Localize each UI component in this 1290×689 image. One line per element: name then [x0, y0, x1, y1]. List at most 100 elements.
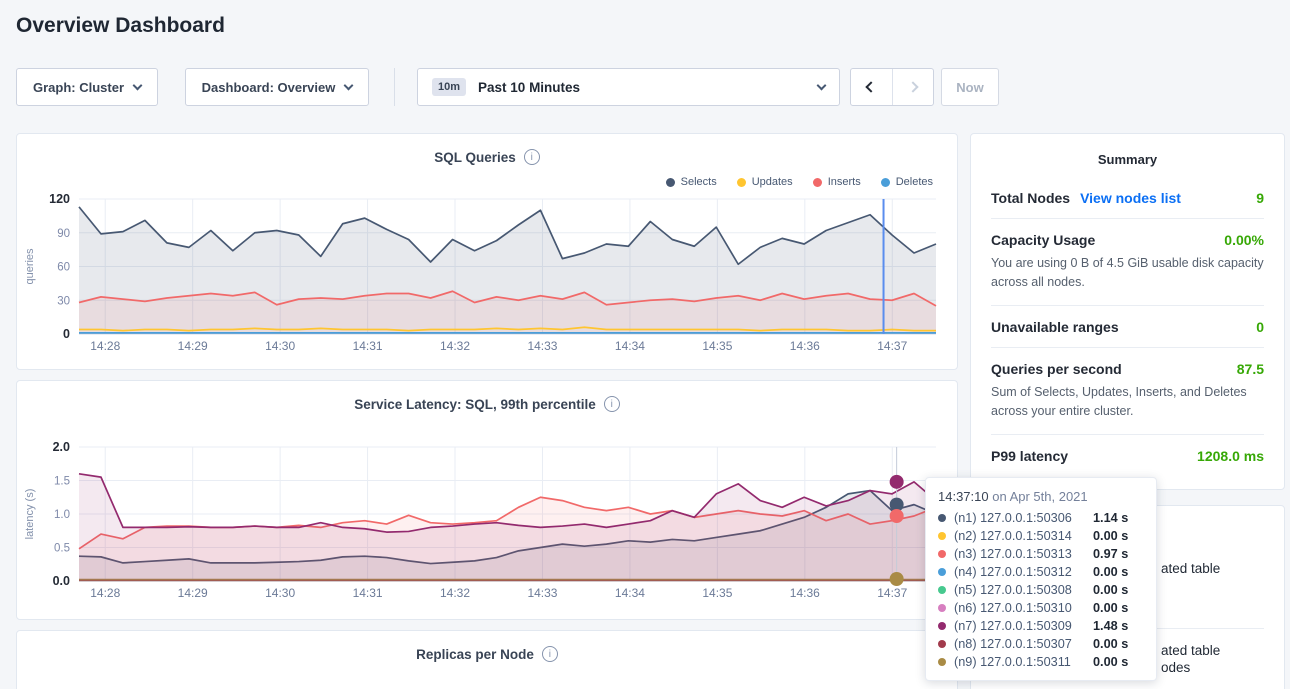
x-axis-tick-label: 14:30: [265, 586, 295, 600]
capacity-usage-desc: You are using 0 B of 4.5 GiB usable disk…: [991, 254, 1264, 293]
service-latency-chart[interactable]: 0.00.51.01.52.014:2814:2914:3014:3114:32…: [17, 381, 959, 621]
x-axis-tick-label: 14:28: [90, 586, 120, 600]
tooltip-node-row: (n1) 127.0.0.1:503061.14 s: [938, 509, 1144, 527]
node-color-dot: [938, 658, 946, 666]
dashboard-dropdown-label: Dashboard: Overview: [202, 80, 336, 95]
time-prev-button[interactable]: [851, 69, 893, 105]
service-latency-chart-title: Service Latency: SQL, 99th percentile: [354, 397, 596, 412]
node-latency-value: 0.97 s: [1093, 547, 1128, 561]
sql-queries-chart[interactable]: 030609012014:2814:2914:3014:3114:3214:33…: [17, 134, 959, 371]
tooltip-node-row: (n9) 127.0.0.1:503110.00 s: [938, 653, 1144, 671]
event-item-fragment: odes: [1161, 660, 1190, 675]
node-address: (n5) 127.0.0.1:50308: [954, 583, 1093, 597]
x-axis-tick-label: 14:33: [527, 339, 557, 353]
y-axis-tick-label: 1.0: [54, 509, 70, 521]
event-item-fragment: ated table: [1161, 643, 1220, 658]
hover-point-dot: [890, 572, 904, 586]
node-address: (n8) 127.0.0.1:50307: [954, 637, 1093, 651]
x-axis-tick-label: 14:31: [353, 586, 383, 600]
time-range-dropdown[interactable]: 10m Past 10 Minutes: [417, 68, 840, 106]
legend-item-updates[interactable]: Updates: [737, 176, 793, 188]
chevron-left-icon: [866, 81, 877, 92]
time-next-button[interactable]: [893, 69, 934, 105]
summary-row-qps: Queries per second 87.5 Sum of Selects, …: [991, 348, 1264, 435]
node-latency-value: 1.48 s: [1093, 619, 1128, 633]
x-axis-tick-label: 14:30: [265, 339, 295, 353]
legend-color-dot: [813, 178, 822, 187]
legend-color-dot: [881, 178, 890, 187]
sql-queries-chart-card: SQL Queries i SelectsUpdatesInsertsDelet…: [16, 133, 958, 370]
summary-row-total-nodes: Total Nodes View nodes list 9: [991, 177, 1264, 219]
x-axis-tick-label: 14:37: [877, 339, 907, 353]
y-axis-unit-label: latency (s): [24, 489, 36, 540]
hover-point-dot: [890, 509, 904, 523]
y-axis-tick-label: 90: [57, 228, 70, 240]
p99-latency-label: P99 latency: [991, 448, 1068, 464]
replicas-per-node-chart-title: Replicas per Node: [416, 647, 534, 662]
hover-point-dot: [890, 475, 904, 489]
capacity-usage-label: Capacity Usage: [991, 232, 1095, 248]
qps-desc: Sum of Selects, Updates, Inserts, and De…: [991, 383, 1264, 422]
x-axis-tick-label: 14:29: [178, 586, 208, 600]
tooltip-date: on Apr 5th, 2021: [992, 489, 1087, 504]
unavailable-ranges-value: 0: [1256, 319, 1264, 335]
tooltip-node-row: (n3) 127.0.0.1:503130.97 s: [938, 545, 1144, 563]
info-icon[interactable]: i: [524, 149, 540, 165]
x-axis-tick-label: 14:33: [527, 586, 557, 600]
capacity-usage-value: 0.00%: [1224, 232, 1264, 248]
service-latency-chart-card: Service Latency: SQL, 99th percentile i …: [16, 380, 958, 620]
tooltip-timestamp: 14:37:10 on Apr 5th, 2021: [938, 489, 1144, 504]
page-title: Overview Dashboard: [16, 14, 225, 38]
event-item-fragment: ated table: [1161, 561, 1220, 576]
info-icon[interactable]: i: [542, 646, 558, 662]
total-nodes-value: 9: [1256, 190, 1264, 206]
y-axis-tick-label: 0.0: [53, 574, 70, 588]
node-address: (n1) 127.0.0.1:50306: [954, 511, 1093, 525]
qps-value: 87.5: [1237, 361, 1264, 377]
legend-label: Deletes: [896, 176, 933, 188]
now-button[interactable]: Now: [941, 68, 999, 106]
x-axis-tick-label: 14:29: [178, 339, 208, 353]
y-axis-tick-label: 60: [57, 262, 70, 274]
node-address: (n4) 127.0.0.1:50312: [954, 565, 1093, 579]
legend-item-inserts[interactable]: Inserts: [813, 176, 861, 188]
sql-queries-legend: Selects Updates Inserts Deletes: [666, 176, 933, 188]
summary-row-p99: P99 latency 1208.0 ms: [991, 435, 1264, 476]
info-icon[interactable]: i: [604, 396, 620, 412]
legend-label: Selects: [681, 176, 717, 188]
node-latency-value: 0.00 s: [1093, 655, 1128, 669]
tooltip-time: 14:37:10: [938, 489, 989, 504]
legend-item-selects[interactable]: Selects: [666, 176, 717, 188]
tooltip-node-row: (n6) 127.0.0.1:503100.00 s: [938, 599, 1144, 617]
dashboard-dropdown[interactable]: Dashboard: Overview: [185, 68, 369, 106]
time-pager: [850, 68, 934, 106]
y-axis-tick-label: 1.5: [54, 476, 70, 488]
graph-dropdown[interactable]: Graph: Cluster: [16, 68, 158, 106]
node-latency-value: 0.00 s: [1093, 637, 1128, 651]
y-axis-tick-label: 120: [49, 192, 70, 206]
summary-panel: Summary Total Nodes View nodes list 9 Ca…: [970, 133, 1285, 490]
overview-dashboard-page: Overview Dashboard Graph: Cluster Dashbo…: [0, 0, 1290, 689]
y-axis-tick-label: 30: [57, 295, 70, 307]
y-axis-tick-label: 0.5: [54, 543, 70, 555]
tooltip-node-row: (n5) 127.0.0.1:503080.00 s: [938, 581, 1144, 599]
legend-label: Updates: [752, 176, 793, 188]
node-color-dot: [938, 550, 946, 558]
y-axis-tick-label: 2.0: [53, 440, 70, 454]
tooltip-node-row: (n2) 127.0.0.1:503140.00 s: [938, 527, 1144, 545]
x-axis-tick-label: 14:34: [615, 586, 645, 600]
node-color-dot: [938, 568, 946, 576]
time-range-label: Past 10 Minutes: [478, 80, 580, 95]
time-range-badge: 10m: [432, 78, 466, 96]
node-color-dot: [938, 622, 946, 630]
y-axis-unit-label: queries: [24, 248, 36, 285]
node-latency-value: 0.00 s: [1093, 565, 1128, 579]
legend-item-deletes[interactable]: Deletes: [881, 176, 933, 188]
chart-tooltip: 14:37:10 on Apr 5th, 2021 (n1) 127.0.0.1…: [925, 477, 1157, 681]
total-nodes-label: Total Nodes: [991, 190, 1070, 206]
node-latency-value: 1.14 s: [1093, 511, 1128, 525]
x-axis-tick-label: 14:35: [702, 339, 732, 353]
view-nodes-list-link[interactable]: View nodes list: [1080, 190, 1181, 206]
chevron-down-icon: [817, 81, 827, 91]
node-address: (n9) 127.0.0.1:50311: [954, 655, 1093, 669]
